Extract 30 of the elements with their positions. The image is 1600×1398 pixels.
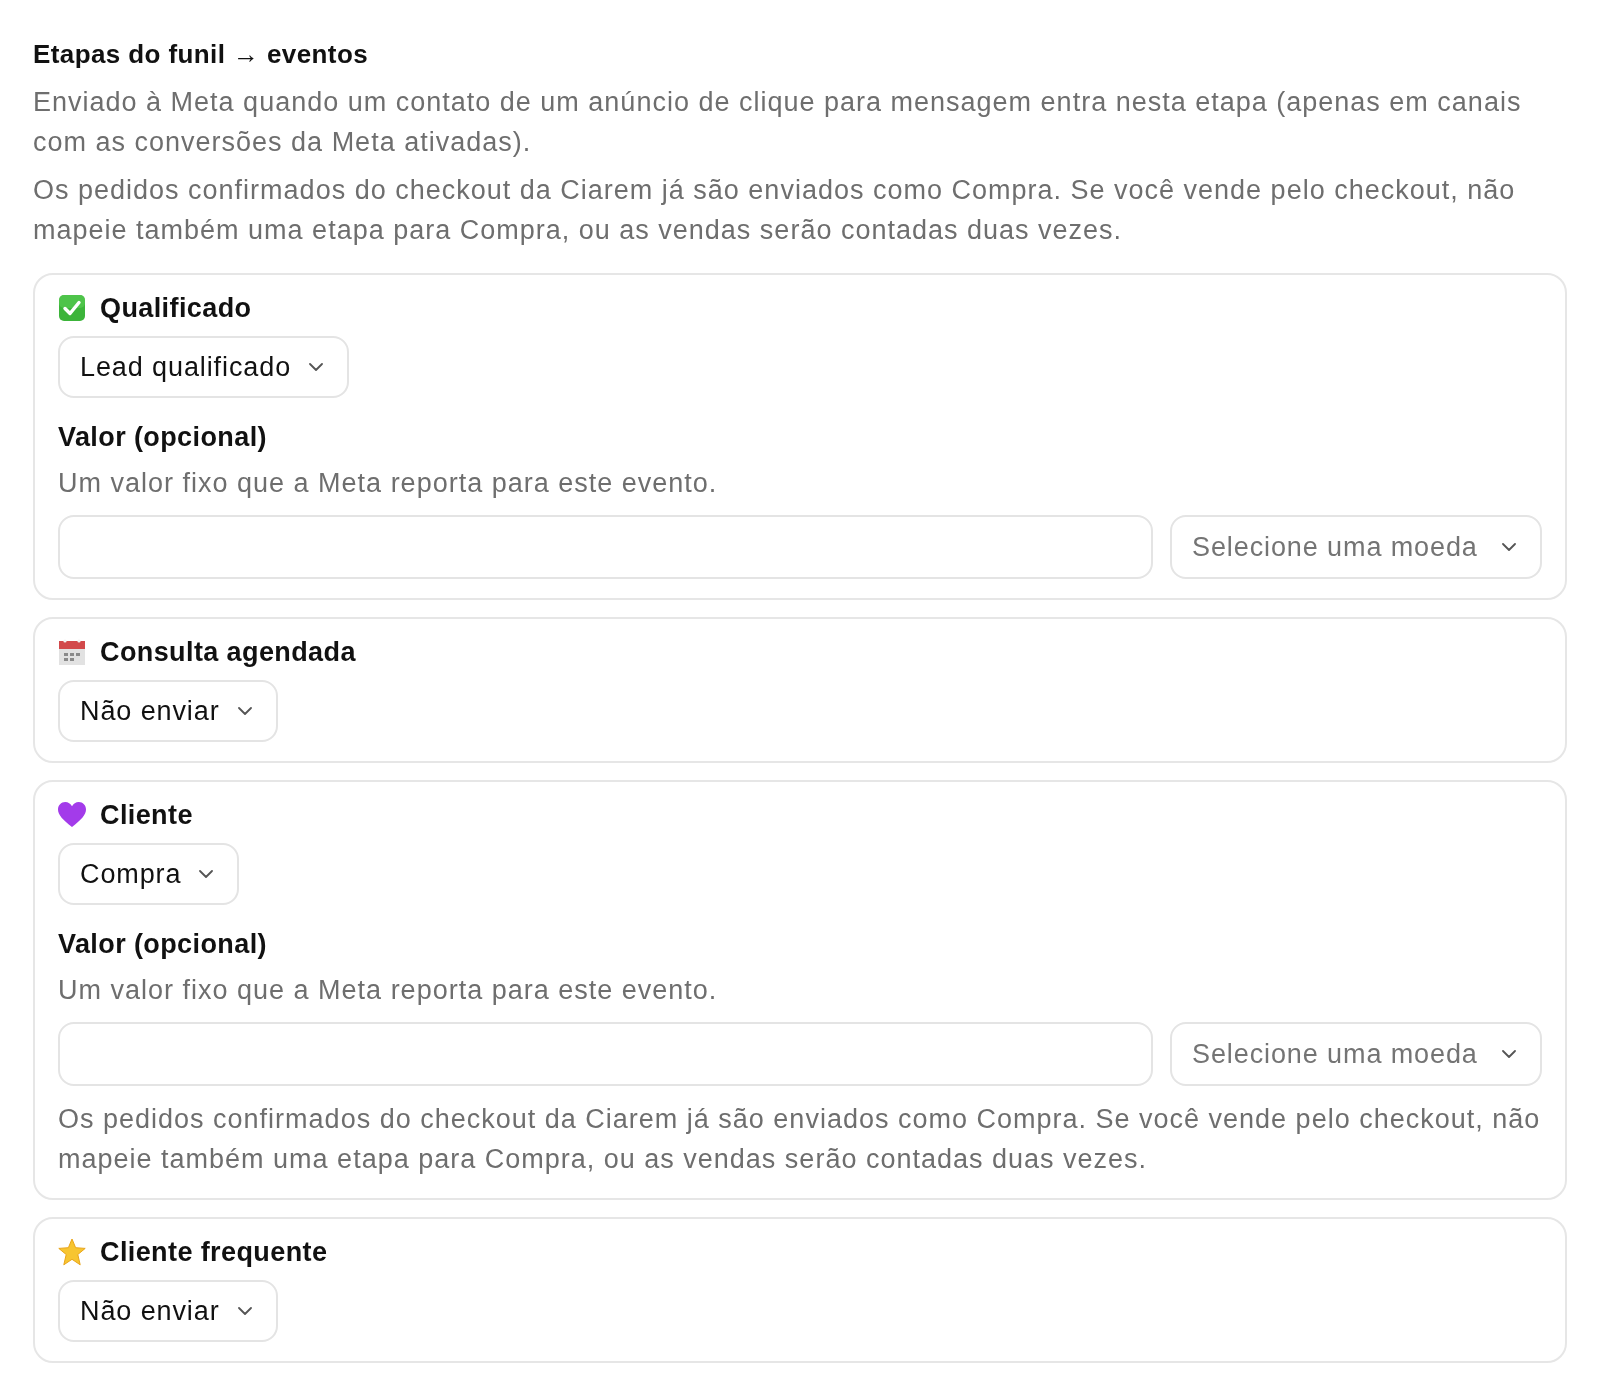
section-title: Etapas do funil → eventos [33,38,369,70]
stage-title: Qualificado [100,292,252,324]
currency-dropdown[interactable]: Selecione uma moeda [1170,1022,1542,1086]
calendar-icon [58,638,86,666]
chevron-down-icon [237,707,252,715]
value-hint: Um valor fixo que a Meta reporta para este evento. [58,974,718,1006]
event-dropdown[interactable]: Não enviar [58,680,278,742]
stage-note: Os pedidos confirmados do checkout da Ciarem já são enviados como Compra. Se você vende pelo checkout, não mapeie também uma etapa para Compra, ou as vendas serão contadas duas vezes. [58,1103,1542,1176]
stage-title: Cliente [100,799,193,831]
currency-dropdown[interactable]: Selecione uma moeda [1170,515,1542,579]
chevron-down-icon [237,1307,252,1315]
check-mark-icon [58,294,86,322]
chevron-down-icon [309,363,324,371]
heart-icon [58,801,86,829]
value-hint: Um valor fixo que a Meta reporta para este evento. [58,467,718,499]
value-label: Valor (opcional) [58,928,267,960]
event-dropdown[interactable]: Compra [58,843,240,905]
section-description: Enviado à Meta quando um contato de um anúncio de clique para mensagem entra nesta etapa (apenas em canais com as conversões da Meta ativadas). [33,86,1523,159]
chevron-down-icon [1502,1050,1516,1058]
amount-input[interactable] [58,1022,1153,1086]
stage-title: Cliente frequente [100,1236,328,1268]
chevron-down-icon [1502,543,1516,551]
event-dropdown[interactable]: Não enviar [58,1280,278,1342]
chevron-down-icon [199,870,214,878]
event-dropdown[interactable]: Lead qualificado [58,336,350,398]
value-label: Valor (opcional) [58,421,267,453]
stage-title: Consulta agendada [100,636,356,668]
section-description: Os pedidos confirmados do checkout da Ciarem já são enviados como Compra. Se você vende pelo checkout, não mapeie também uma etapa para Compra, ou as vendas serão contadas duas vezes. [33,174,1517,247]
star-icon [58,1238,86,1266]
amount-input[interactable] [58,515,1153,579]
